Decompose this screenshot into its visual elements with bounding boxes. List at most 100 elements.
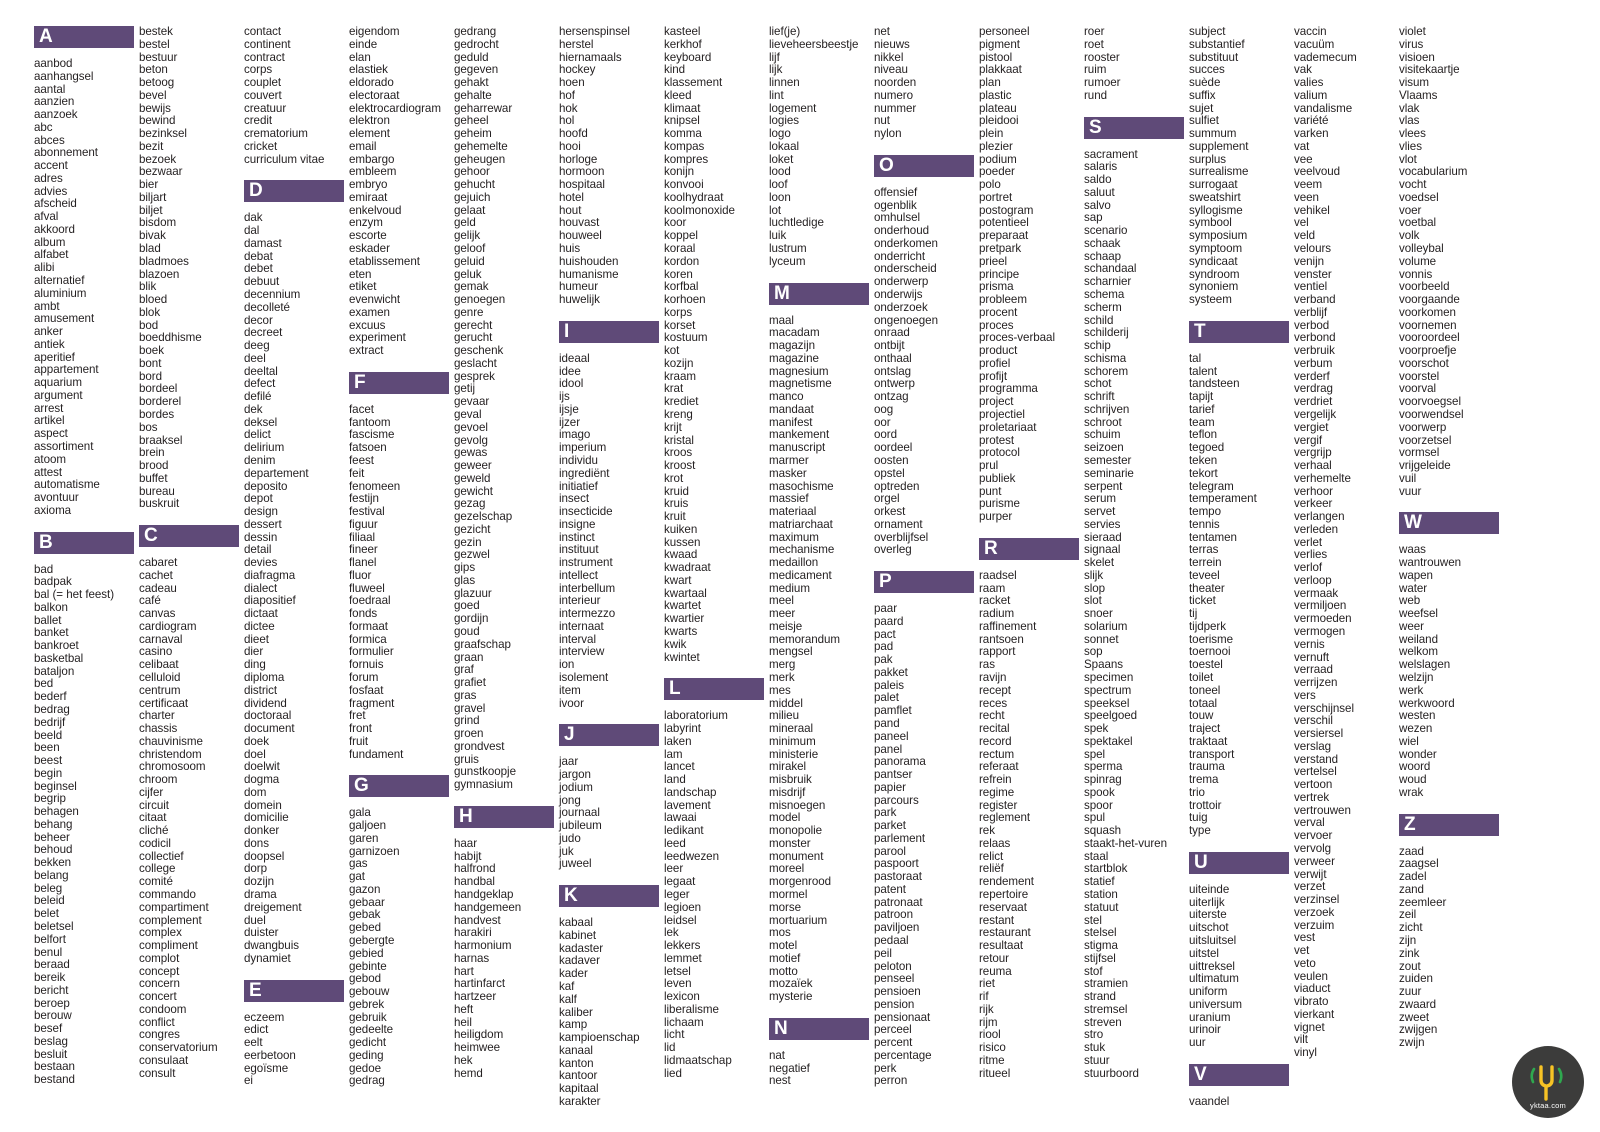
word-entry: vaandel [1189, 1094, 1230, 1108]
word-entry: verzinsel [1294, 893, 1340, 907]
word-entry: resultaat [979, 939, 1024, 953]
word-entry: intellect [559, 568, 598, 582]
word-entry: deeg [244, 339, 270, 353]
letter-heading-R: R [979, 537, 1079, 560]
word-entry: couplet [244, 76, 282, 90]
word-entry: roer [1084, 25, 1105, 38]
word-entry: versiersel [1294, 727, 1344, 741]
word-entry: consult [139, 1066, 176, 1080]
word-entry: varken [1294, 127, 1329, 141]
word-entry: universum [1189, 997, 1243, 1011]
word-entry: chassis [139, 722, 178, 736]
word-column-3: eigendom einde elan elastiek eldorado elector… [349, 25, 454, 1088]
word-entry: spektakel [1084, 734, 1133, 748]
word-entry: gedrang [454, 25, 497, 38]
word-entry: landschap [664, 785, 717, 799]
word-entry: meisje [769, 619, 803, 633]
word-entry: gedrocht [454, 37, 499, 51]
word-entry: akkoord [34, 222, 75, 236]
word-entry: schip [1084, 339, 1111, 353]
word-entry: kot [664, 344, 680, 358]
word-entry: monster [769, 836, 811, 850]
word-entry: pakket [874, 665, 908, 679]
word-entry: voorwerp [1399, 420, 1447, 434]
word-column-6: kasteel kerkhof keyboard kind klassement klee… [664, 25, 769, 1080]
word-entry: trio [1189, 785, 1205, 799]
word-entry: argument [34, 388, 83, 402]
word-entry: rif [979, 990, 989, 1004]
letter-heading-G: G [349, 775, 449, 798]
word-column-7: lief(je) lieveheersbeestje lijf lijk linnen l… [769, 25, 874, 1088]
word-entry: veto [1294, 956, 1316, 970]
word-entry: forum [349, 670, 379, 684]
word-entry: zand [1399, 882, 1424, 896]
word-entry: minimum [769, 734, 816, 748]
word-entry: wezen [1399, 722, 1433, 736]
word-entry: fruit [349, 734, 369, 748]
word-entry: dons [244, 836, 269, 850]
word-entry: geluid [454, 254, 485, 268]
word-entry: item [559, 683, 581, 697]
word-entry: codicil [139, 836, 171, 850]
word-entry: geweer [454, 459, 492, 473]
word-entry: mysterie [769, 990, 813, 1004]
word-entry: continent [244, 37, 291, 51]
letter-heading-C: C [139, 525, 239, 548]
word-entry: saluut [1084, 185, 1115, 199]
word-entry: magazijn [769, 339, 815, 353]
site-logo[interactable]: yktaa.com [1512, 1046, 1584, 1118]
word-entry: gebied [349, 946, 384, 960]
word-entry: facet [349, 402, 374, 416]
word-entry: plezier [979, 139, 1013, 153]
word-entry: departement [244, 466, 309, 480]
word-entry: ingrediënt [559, 466, 610, 480]
word-entry: centrum [139, 683, 181, 697]
word-entry: kroost [664, 459, 696, 473]
word-entry: symptoom [1189, 242, 1243, 256]
word-entry: bezinksel [139, 127, 187, 141]
word-entry: plein [979, 127, 1004, 141]
word-entry: staakt-het-vuren [1084, 836, 1167, 850]
word-entry: misdrijf [769, 785, 806, 799]
word-entry: volume [1399, 254, 1437, 268]
word-entry: jodium [559, 780, 593, 794]
word-entry: vat [1294, 139, 1310, 153]
word-entry: vergiet [1294, 420, 1329, 434]
word-entry: papier [874, 780, 906, 794]
word-entry: parket [874, 819, 906, 833]
word-entry: verhemelte [1294, 471, 1351, 485]
word-entry: supplement [1189, 139, 1249, 153]
word-entry: dek [244, 402, 263, 416]
word-entry: rumoer [1084, 76, 1121, 90]
word-entry: geweld [454, 471, 491, 485]
word-entry: bedrijf [34, 715, 66, 729]
word-entry: ritueel [979, 1066, 1011, 1080]
word-entry: cricket [244, 139, 278, 153]
word-entry: gezelschap [454, 510, 513, 524]
word-entry: behagen [34, 805, 79, 819]
word-entry: patent [874, 882, 906, 896]
word-entry: harnas [454, 951, 490, 965]
word-entry: blad [139, 242, 161, 256]
word-entry: ravijn [979, 670, 1007, 684]
word-entry: vuur [1399, 484, 1422, 498]
word-entry: merk [769, 670, 795, 684]
word-entry: voorkomen [1399, 305, 1456, 319]
word-entry: matriarchaat [769, 517, 833, 531]
word-entry: repertoire [979, 888, 1029, 901]
word-entry: ideaal [559, 351, 590, 365]
word-entry: hemd [454, 1066, 483, 1080]
word-column-5: hersenspinsel herstel hiernamaals hockey hoe… [559, 25, 664, 1109]
word-entry: skelet [1084, 556, 1114, 570]
word-entry: dwangbuis [244, 939, 299, 953]
word-entry: fosfaat [349, 683, 384, 697]
word-entry: projectiel [979, 407, 1025, 421]
word-entry: behang [34, 817, 73, 831]
word-entry: defilé [244, 390, 272, 404]
word-entry: proletariaat [979, 420, 1037, 434]
word-entry: voorgaande [1399, 293, 1460, 307]
word-entry: geslacht [454, 356, 497, 370]
word-entry: biljart [139, 190, 167, 204]
word-entry: onderzoek [874, 300, 928, 314]
word-entry: zwaard [1399, 997, 1437, 1011]
